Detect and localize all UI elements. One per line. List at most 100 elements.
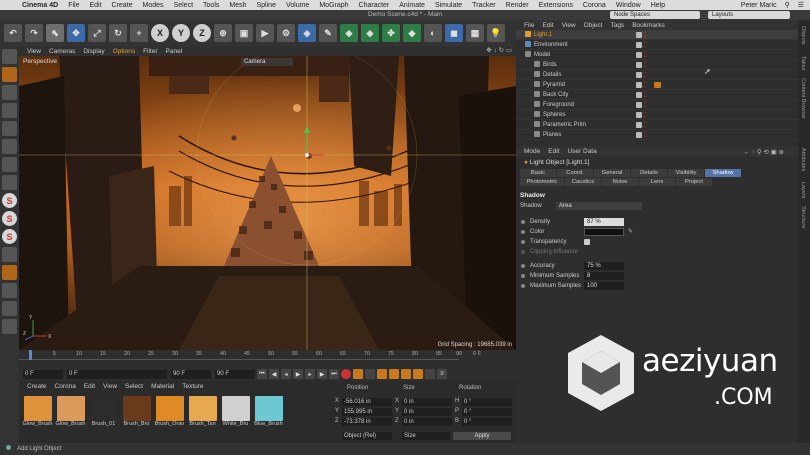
timeline[interactable]: 0 5 10 15 20 25 30 35 40 45 50 55 60 65 … — [19, 350, 516, 367]
viewport-menu-options[interactable]: Options — [113, 48, 135, 55]
object-row[interactable]: Birds • • — [516, 60, 798, 70]
undo-icon[interactable]: ↶ — [4, 24, 22, 42]
visibility-dots-icon[interactable]: • • — [644, 131, 646, 140]
snap-icon[interactable]: S — [2, 193, 17, 208]
size-mode-dropdown[interactable]: Size — [402, 432, 450, 440]
layouts-dropdown[interactable]: Layouts — [708, 11, 790, 19]
object-tag-icon[interactable] — [654, 82, 661, 88]
max-samples-field[interactable]: 100 — [584, 282, 624, 290]
viewport-nav-icons[interactable]: ✥ ↕ ↻ ▭ — [486, 46, 512, 54]
model-mode-icon[interactable] — [2, 67, 17, 82]
size-z-field[interactable]: 0 in — [402, 418, 452, 426]
menu-simulate[interactable]: Simulate — [435, 2, 462, 9]
material-swatch[interactable] — [56, 396, 85, 421]
enable-checkbox[interactable] — [636, 92, 642, 98]
next-key-icon[interactable]: ▶ — [317, 369, 327, 379]
viewport-menu-display[interactable]: Display — [83, 48, 104, 55]
accuracy-field[interactable]: 75 % — [584, 262, 624, 270]
timeline-ruler[interactable]: 0 5 10 15 20 25 30 35 40 45 50 55 60 65 … — [19, 350, 462, 360]
menu-render[interactable]: Render — [506, 2, 529, 9]
search-icon[interactable]: ⚲ — [785, 1, 790, 9]
menu-file[interactable]: File — [68, 2, 79, 9]
prev-frame-icon[interactable]: ◂ — [281, 369, 291, 379]
enable-checkbox[interactable] — [636, 112, 642, 118]
visibility-dots-icon[interactable]: • • — [644, 41, 646, 50]
key-rotation-icon[interactable] — [401, 369, 411, 379]
rotation-p-field[interactable]: 0 ° — [462, 408, 512, 416]
key-scale-icon[interactable] — [389, 369, 399, 379]
material-item[interactable]: Blue_Brush — [253, 396, 284, 427]
quantize-icon[interactable]: S — [2, 229, 17, 244]
sculpt-icon[interactable] — [2, 265, 17, 280]
x-axis-lock-icon[interactable]: X — [151, 24, 169, 42]
object-entry[interactable]: Pyramid — [534, 80, 565, 90]
om-menu-view[interactable]: View — [562, 22, 576, 29]
apply-button[interactable]: Apply — [453, 432, 511, 440]
material-item[interactable]: Brush_Bro — [121, 396, 152, 427]
material-swatch[interactable] — [188, 396, 217, 421]
timeline-menu-icon[interactable]: ≡ — [437, 369, 447, 379]
render-view-icon[interactable]: ▣ — [235, 24, 253, 42]
enable-checkbox[interactable] — [636, 82, 642, 88]
material-swatch[interactable] — [254, 396, 283, 421]
user-name[interactable]: Peter Maric — [741, 2, 777, 9]
lock-workplane-icon[interactable] — [2, 283, 17, 298]
material-swatch[interactable] — [155, 396, 184, 421]
om-menu-tags[interactable]: Tags — [610, 22, 624, 29]
menu-animate[interactable]: Animate — [399, 2, 425, 9]
z-axis-lock-icon[interactable]: Z — [193, 24, 211, 42]
menu-spline[interactable]: Spline — [257, 2, 276, 9]
keyframe-dot-icon[interactable] — [521, 230, 525, 234]
viewport-menu-panel[interactable]: Panel — [166, 48, 183, 55]
object-row[interactable]: Details • • — [516, 70, 798, 80]
play-icon[interactable]: ▶ — [293, 369, 303, 379]
viewport-menu-cameras[interactable]: Cameras — [49, 48, 75, 55]
floor-grid-icon[interactable]: ▦ — [466, 24, 484, 42]
texture-mode-icon[interactable] — [2, 85, 17, 100]
object-row[interactable]: Spheres • • — [516, 110, 798, 120]
enable-checkbox[interactable] — [636, 72, 642, 78]
color-swatch[interactable] — [584, 228, 624, 236]
go-to-end-icon[interactable]: ⏭ — [329, 369, 339, 379]
menu-tracker[interactable]: Tracker — [472, 2, 495, 9]
object-row[interactable]: Parametric Prim • • — [516, 120, 798, 130]
prev-key-icon[interactable]: ◀ — [269, 369, 279, 379]
size-y-field[interactable]: 0 in — [402, 408, 452, 416]
keyframe-dot-icon[interactable] — [521, 220, 525, 224]
material-menu-material[interactable]: Material — [151, 383, 174, 390]
om-menu-edit[interactable]: Edit — [542, 22, 553, 29]
menu-select[interactable]: Select — [174, 2, 193, 9]
material-swatch[interactable] — [89, 396, 118, 421]
enable-checkbox[interactable] — [636, 122, 642, 128]
visibility-dots-icon[interactable]: • • — [644, 91, 646, 100]
size-x-field[interactable]: 0 in — [402, 398, 452, 406]
enable-checkbox[interactable] — [636, 62, 642, 68]
material-swatch[interactable] — [23, 396, 52, 421]
side-tab-content-browser[interactable]: Content Browser — [800, 78, 806, 119]
points-mode-icon[interactable] — [2, 103, 17, 118]
visibility-dots-icon[interactable]: • • — [644, 111, 646, 120]
material-menu-view[interactable]: View — [103, 383, 117, 390]
position-x-field[interactable]: -56.016 in — [342, 398, 392, 406]
viewport-camera-dropdown[interactable]: Camera — [241, 58, 293, 66]
move-tool-icon[interactable]: ✥ — [67, 24, 85, 42]
attr-menu-edit[interactable]: Edit — [548, 148, 559, 155]
layer-icon[interactable] — [2, 319, 17, 334]
snap-settings-icon[interactable]: S — [2, 211, 17, 226]
object-row[interactable]: Foreground • • — [516, 100, 798, 110]
attr-menu-user-data[interactable]: User Data — [567, 148, 596, 155]
go-to-start-icon[interactable]: ⏮ — [257, 369, 267, 379]
current-frame-field[interactable]: 0 F — [23, 369, 63, 379]
eyedropper-icon[interactable]: ✎ — [628, 227, 633, 237]
cube-primitive-icon[interactable]: ◈ — [298, 24, 316, 42]
autokey-icon[interactable] — [353, 369, 363, 379]
menu-character[interactable]: Character — [359, 2, 390, 9]
object-entry[interactable]: Light.1 — [525, 30, 552, 40]
keyframe-dot-icon[interactable] — [521, 240, 525, 244]
tab-shadow[interactable]: Shadow — [705, 169, 741, 177]
tab-photometric[interactable]: Photometric — [520, 178, 564, 186]
object-row[interactable]: Light.1 • • — [516, 30, 798, 40]
enable-checkbox[interactable] — [636, 42, 642, 48]
scene-environment-icon[interactable]: ◐ — [424, 24, 442, 42]
subdivision-surface-icon[interactable]: ◆ — [340, 24, 358, 42]
